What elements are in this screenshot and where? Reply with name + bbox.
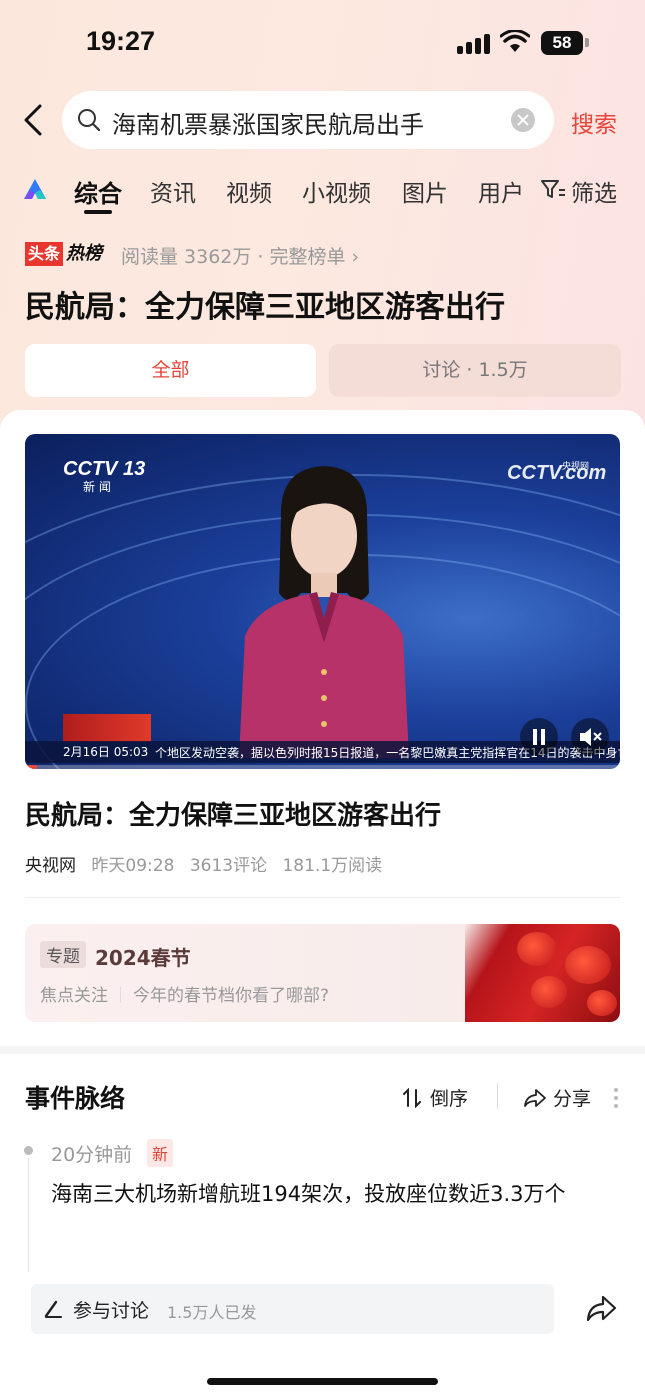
more-icon[interactable] (614, 1088, 618, 1108)
tab-active-indicator (84, 210, 112, 214)
share-icon (524, 1089, 546, 1107)
filter-icon[interactable] (540, 178, 566, 200)
search-button[interactable]: 搜索 (571, 105, 617, 139)
timeline-dot (24, 1146, 33, 1155)
signal-icon (457, 34, 491, 54)
hot-topic-title: 民航局：全力保障三亚地区游客出行 (25, 290, 505, 325)
discuss-count: 1.5万人已发 (167, 1303, 257, 1322)
topic-title: 2024春节 (95, 946, 191, 970)
sort-button[interactable]: 倒序 (402, 1084, 468, 1111)
segment-all[interactable]: 全部 (25, 344, 316, 397)
clear-icon[interactable] (511, 108, 535, 132)
mute-button[interactable] (571, 718, 609, 756)
topic-sub-left: 焦点关注 (40, 986, 108, 1006)
ticker-date: 2月16日 05:03 (63, 745, 149, 759)
battery-tip (585, 38, 589, 47)
video-progress-bar[interactable] (25, 765, 620, 769)
article-title[interactable]: 民航局：全力保障三亚地区游客出行 (25, 795, 441, 832)
header-divider (497, 1083, 498, 1109)
hot-badge-right: 热榜 (66, 243, 103, 264)
tab-users[interactable]: 用户 (478, 174, 524, 208)
search-query: 海南机票暴涨国家民航局出手 (112, 111, 424, 139)
news-anchor-image (239, 466, 409, 758)
segment-discuss[interactable]: 讨论 · 1.5万 (329, 344, 621, 397)
discuss-label: 参与讨论 (73, 1300, 150, 1322)
home-indicator (207, 1378, 438, 1385)
article-reads: 181.1万阅读 (282, 856, 383, 876)
app-logo-icon (24, 179, 46, 199)
sort-icon (403, 1087, 421, 1109)
pen-icon (44, 1300, 62, 1318)
discuss-input[interactable]: 参与讨论 1.5万人已发 (31, 1284, 554, 1334)
tab-images[interactable]: 图片 (402, 174, 448, 208)
cctv-com-sub: 央视网 (562, 462, 590, 472)
topic-sub-separator (120, 987, 121, 1003)
tab-video[interactable]: 视频 (226, 174, 272, 208)
hot-list-badge[interactable]: 头条 热榜 (25, 242, 105, 266)
tab-news[interactable]: 资讯 (150, 174, 196, 208)
video-progress-fill (25, 765, 37, 769)
share-button[interactable]: 分享 (523, 1084, 591, 1111)
battery-icon: 58 (541, 31, 583, 55)
lantern-shape (587, 990, 617, 1016)
article-source[interactable]: 央视网 (25, 856, 76, 876)
timeline-item-text[interactable]: 海南三大机场新增航班194架次，投放座位数近3.3万个 (51, 1176, 621, 1212)
topic-sub-right: 今年的春节档你看了哪部? (133, 986, 330, 1006)
sort-label: 倒序 (430, 1088, 469, 1110)
article-time: 昨天09:28 (91, 856, 175, 876)
pause-button[interactable] (520, 718, 558, 756)
section-separator (0, 1046, 645, 1054)
lantern-shape (565, 946, 611, 984)
lantern-shape (517, 932, 557, 966)
hot-badge-left: 头条 (25, 242, 64, 266)
topic-subtitle: 焦点关注 今年的春节档你看了哪部? (40, 981, 329, 1006)
share-label: 分享 (553, 1088, 592, 1110)
spring-festival-image (465, 924, 620, 1022)
timeline-item-time: 20分钟前 (51, 1144, 133, 1166)
filter-button[interactable]: 筛选 (571, 174, 617, 208)
search-input[interactable]: 海南机票暴涨国家民航局出手 (62, 91, 554, 149)
forward-share-icon[interactable] (584, 1293, 618, 1325)
search-icon (78, 109, 101, 132)
topic-card[interactable]: 专题 2024春节 焦点关注 今年的春节档你看了哪部? (25, 924, 620, 1022)
timeline-line (28, 1158, 29, 1272)
pause-icon (533, 729, 545, 745)
back-arrow-icon[interactable] (20, 102, 50, 138)
tab-comprehensive[interactable]: 综合 (74, 174, 122, 209)
lantern-shape (531, 976, 567, 1008)
cctv13-sub: 新 闻 (83, 480, 111, 494)
speaker-muted-icon (580, 728, 602, 746)
wifi-icon (500, 30, 530, 52)
status-time: 19:27 (86, 26, 156, 56)
status-bar: 19:27 58 (0, 0, 645, 90)
new-badge: 新 (147, 1139, 174, 1167)
cctv-com-logo: CCTV.com (507, 462, 607, 484)
hot-list-meta[interactable]: 阅读量 3362万 · 完整榜单 › (121, 242, 359, 269)
timeline-heading: 事件脉络 (25, 1084, 126, 1113)
spring-festival-graphic (63, 714, 151, 742)
topic-tag: 专题 (40, 941, 86, 968)
article-meta: 央视网 昨天09:28 3613评论 181.1万阅读 (25, 851, 382, 876)
tab-short-video[interactable]: 小视频 (302, 174, 371, 208)
article-comments: 3613评论 (189, 856, 268, 876)
video-player[interactable]: CCTV 13 新 闻 CCTV.com 央视网 2月16日 05:03 个地区… (25, 434, 620, 769)
divider (25, 897, 620, 898)
